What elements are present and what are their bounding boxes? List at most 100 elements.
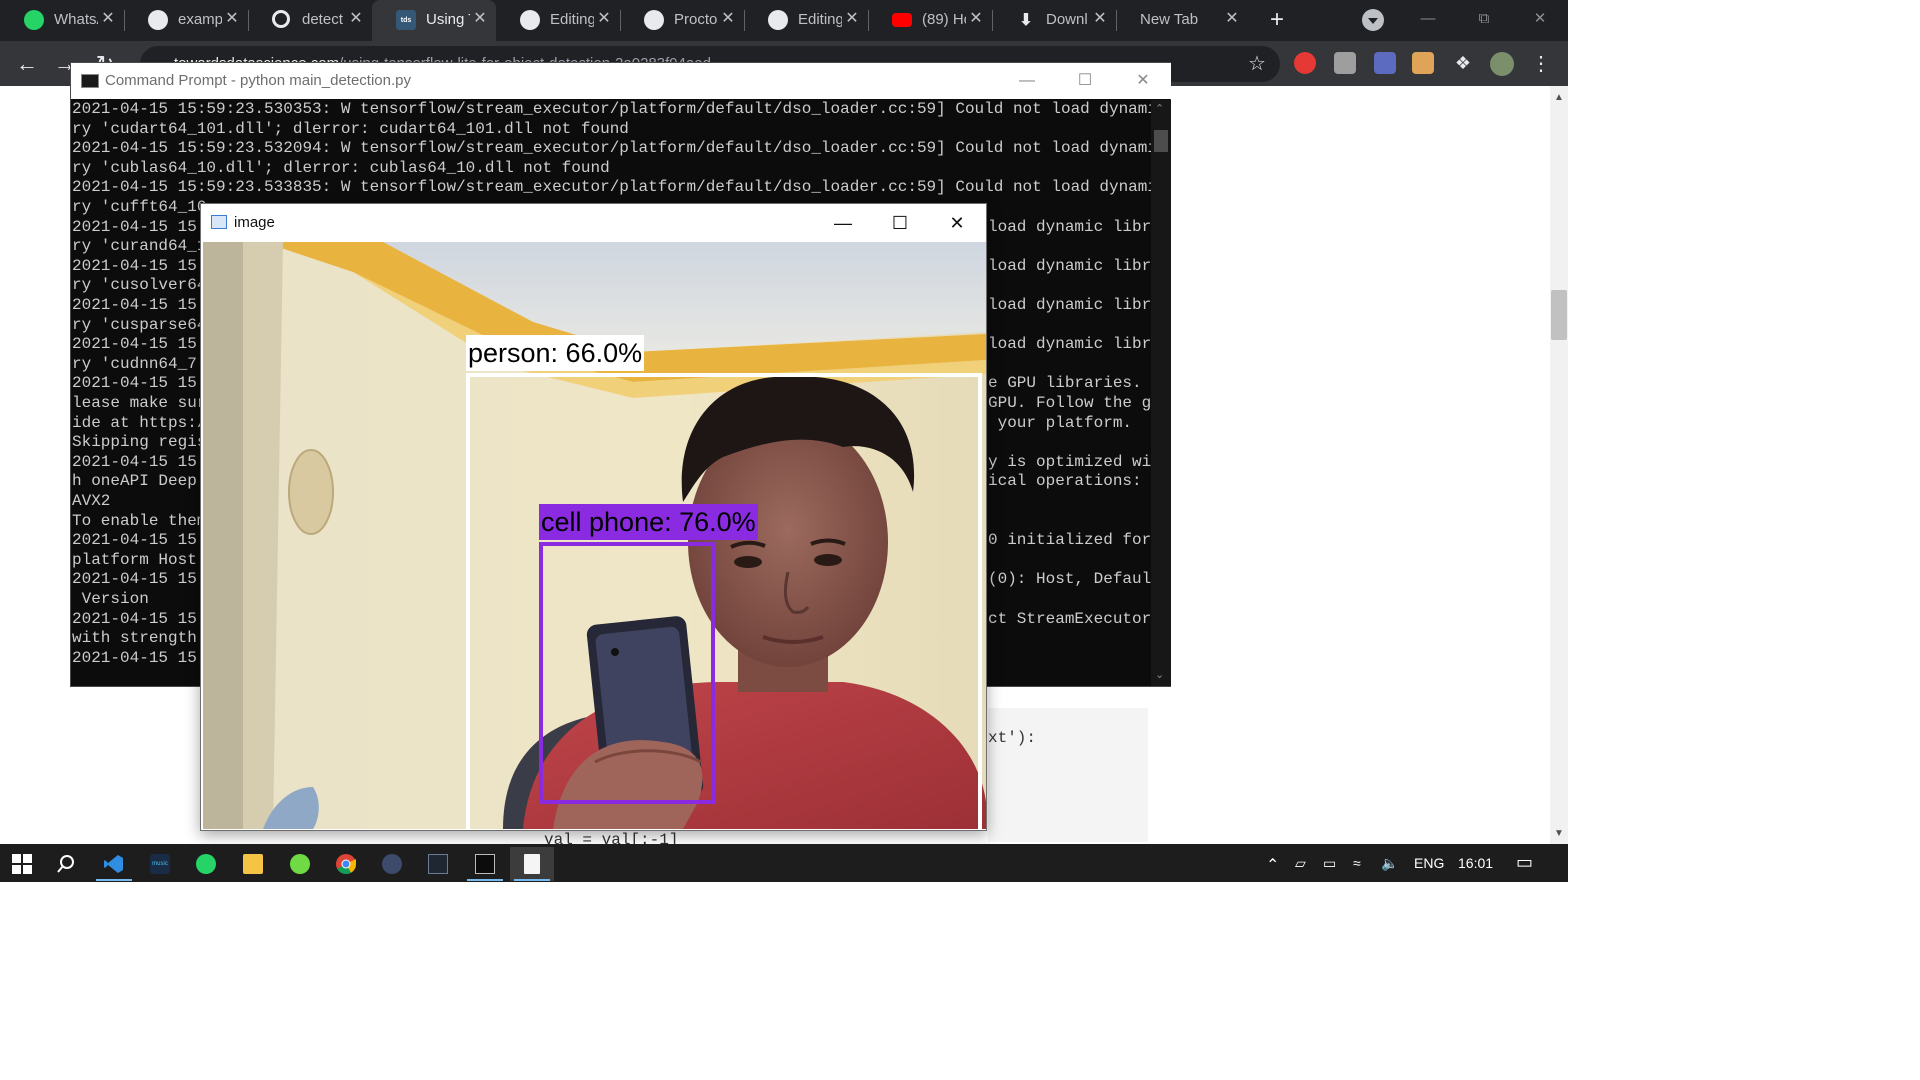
console-line: platform Host (72, 550, 207, 569)
close-icon[interactable]: ✕ (346, 9, 366, 29)
console-line: To enable them (72, 511, 207, 530)
wallet-extension-icon[interactable] (1412, 52, 1434, 74)
browser-tab[interactable]: WhatsApp✕ (0, 0, 124, 41)
chrome-icon[interactable] (324, 847, 368, 881)
browser-tab[interactable]: Editing ✕ (744, 0, 868, 41)
close-icon[interactable]: ✕ (470, 9, 490, 29)
scroll-up-icon[interactable]: ▲ (1554, 92, 1564, 103)
console-line: ide at https:/ (72, 413, 207, 432)
console-line: ry 'cufft64_10 (72, 198, 207, 216)
page-scrollbar[interactable]: ▲ ▼ (1550, 86, 1568, 844)
image-close-button[interactable]: ✕ (935, 208, 979, 238)
profile-avatar[interactable] (1490, 52, 1514, 76)
cmd-scrollbar-thumb[interactable] (1154, 130, 1168, 152)
show-hidden-icons[interactable]: ⌃ (1266, 855, 1279, 875)
close-icon[interactable]: ✕ (594, 9, 614, 29)
close-icon[interactable]: ✕ (842, 9, 862, 29)
console-line: 2021-04-15 15:59:23.530353: W tensorflow… (72, 100, 1152, 118)
browser-tab[interactable]: (89) Ho✕ (868, 0, 992, 41)
tab-separator (868, 10, 869, 31)
detection-label-person: person: 66.0% (466, 335, 645, 371)
browser-tab[interactable]: examples✕ (124, 0, 248, 41)
cmd-maximize-button[interactable]: ☐ (1065, 67, 1105, 95)
tab-separator (248, 10, 249, 31)
cmd-minimize-button[interactable]: — (1007, 67, 1047, 95)
browser-tab-label: (89) Ho (922, 11, 966, 28)
image-window-title: image (234, 214, 275, 231)
image-minimize-button[interactable]: — (821, 208, 865, 238)
console-line: 2021-04-15 15: (72, 531, 207, 550)
whatsapp-icon[interactable] (184, 847, 228, 881)
browser-tab[interactable]: tds Using T✕ (372, 0, 496, 41)
browser-tab-label: examples (178, 11, 222, 28)
cmd-scroll-up-icon[interactable]: ⌃ (1155, 102, 1164, 115)
file-explorer-icon[interactable] (231, 847, 275, 881)
browser-restore-button[interactable]: ⧉ (1464, 5, 1504, 33)
battery-icon[interactable]: ▭ (1323, 855, 1336, 872)
amazon-music-icon[interactable]: music (138, 847, 182, 881)
notepad-icon[interactable] (510, 847, 554, 881)
adblock-extension-icon[interactable] (1294, 52, 1316, 74)
browser-tab[interactable]: Editing ✕ (496, 0, 620, 41)
tab-separator (620, 10, 621, 31)
terminal-icon[interactable] (416, 847, 460, 881)
cmd-scroll-down-icon[interactable]: ⌄ (1155, 668, 1164, 681)
browser-minimize-button[interactable]: — (1408, 5, 1448, 33)
cmd-scrollbar[interactable]: ⌃ ⌄ (1151, 100, 1171, 686)
tab-separator (124, 10, 125, 31)
code-fragment: xt'): (988, 729, 1037, 747)
browser-menu-icon[interactable]: ⋮ (1528, 51, 1554, 77)
console-line: ry 'cusparse64 (72, 315, 207, 334)
command-prompt-title: Command Prompt - python main_detection.p… (105, 72, 411, 89)
close-icon[interactable]: ✕ (966, 9, 986, 29)
cmd-icon[interactable] (463, 847, 507, 881)
extensions-puzzle-icon[interactable]: ❖ (1452, 52, 1474, 74)
pen-extension-icon[interactable] (1374, 52, 1396, 74)
image-window-titlebar[interactable]: image — ☐ ✕ (201, 204, 986, 242)
wifi-icon[interactable]: ≈ (1353, 855, 1361, 871)
browser-tab-label: Downl (1046, 11, 1088, 28)
browser-tab[interactable]: ⬇ Downl ✕ (992, 0, 1116, 41)
bookmark-star-icon[interactable]: ☆ (1244, 51, 1270, 77)
console-line: h oneAPI Deep (72, 472, 207, 491)
close-icon[interactable]: ✕ (222, 9, 242, 29)
close-icon[interactable]: ✕ (98, 9, 118, 29)
github-icon (768, 10, 788, 30)
console-line: Skipping regis (72, 433, 207, 452)
language-indicator[interactable]: ENG (1414, 855, 1444, 871)
windows-start-icon[interactable] (0, 847, 44, 881)
console-line: ry 'cublas64_10.dll'; dlerror: cublas64_… (72, 158, 610, 177)
search-icon[interactable] (44, 847, 88, 881)
console-line-fragment: ical operations: (988, 472, 1142, 491)
cmd-close-button[interactable]: ✕ (1123, 67, 1163, 95)
device-icon[interactable]: ▱ (1295, 855, 1306, 872)
vpn-icon[interactable] (370, 847, 414, 881)
close-icon[interactable]: ✕ (1090, 9, 1110, 29)
back-icon[interactable]: ← (14, 51, 40, 77)
notifications-icon[interactable]: ▭ (1516, 852, 1533, 873)
new-tab-button[interactable]: + (1264, 8, 1290, 34)
screenshot-extension-icon[interactable] (1334, 52, 1356, 74)
close-icon[interactable]: ✕ (718, 9, 738, 29)
browser-tab[interactable]: New Tab ✕ (1116, 0, 1248, 41)
browser-tab[interactable]: detect ✕ (248, 0, 372, 41)
vscode-icon[interactable] (92, 847, 136, 881)
tab-separator (1116, 10, 1117, 31)
page-scrollbar-thumb[interactable] (1551, 290, 1567, 340)
image-maximize-button[interactable]: ☐ (878, 208, 922, 238)
close-icon[interactable]: ✕ (1222, 9, 1242, 29)
scroll-down-icon[interactable]: ▼ (1554, 828, 1564, 839)
console-line-fragment: y is optimized wit (988, 452, 1152, 471)
volume-icon[interactable]: 🔈 (1381, 855, 1398, 872)
upwork-icon[interactable] (278, 847, 322, 881)
console-line-fragment: e GPU libraries. P (988, 374, 1152, 393)
command-prompt-titlebar[interactable]: Command Prompt - python main_detection.p… (71, 63, 1171, 99)
browser-tab[interactable]: Proctor ✕ (620, 0, 744, 41)
console-line-fragment: your platform. (988, 413, 1133, 432)
cmd-icon (81, 74, 99, 88)
browser-close-button[interactable]: ✕ (1520, 5, 1560, 33)
console-line: ry 'curand64_1 (72, 237, 207, 256)
clock[interactable]: 16:01 (1458, 855, 1493, 871)
detection-box-cell-phone (539, 542, 715, 804)
tab-search-button[interactable] (1362, 9, 1384, 31)
